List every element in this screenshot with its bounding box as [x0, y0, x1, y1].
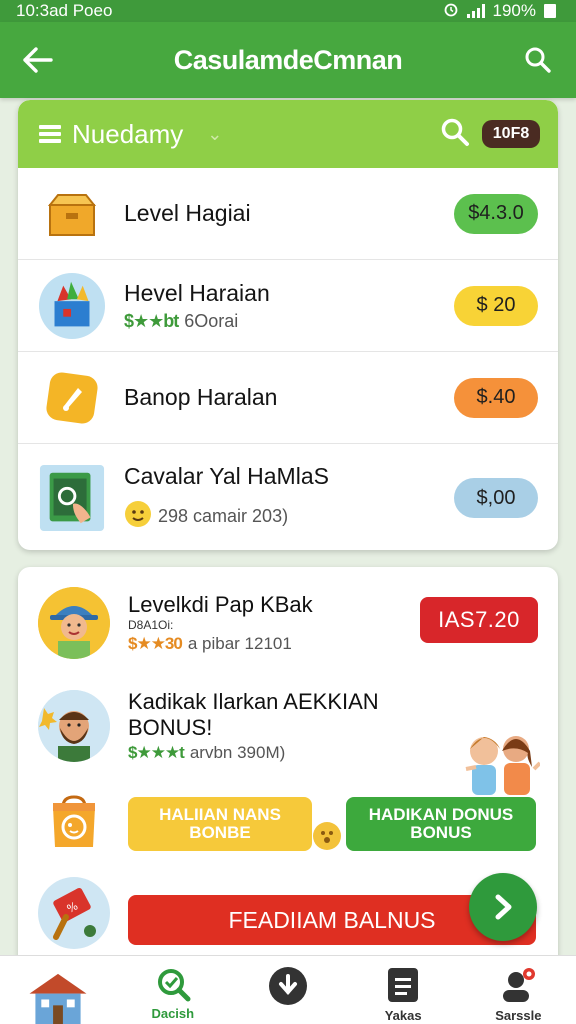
signal-icon — [466, 4, 485, 18]
item-name: Banop Haralan — [124, 384, 278, 410]
coupon-bag-icon — [38, 793, 110, 851]
bonus-subtitle: a pibar 12101 — [187, 634, 292, 653]
avatar: % — [38, 877, 110, 949]
chevron-down-icon: ⌄ — [207, 123, 223, 144]
profile-notification-icon — [503, 968, 536, 1002]
nav-list[interactable]: Yakas — [353, 956, 453, 1024]
item-name: Hevel Haraian — [124, 279, 270, 306]
bonus-subtitle: arvbn 390M) — [189, 743, 286, 762]
price-pill[interactable]: $.40 — [454, 377, 538, 418]
price-tag[interactable]: IAS7.20 — [420, 597, 538, 643]
bottom-nav: Dacish Yakas Sarssle — [0, 955, 576, 1024]
green-bonus-button[interactable]: HADIKAN DONUS BONUS — [346, 797, 536, 851]
price-pill[interactable]: $4.3.0 — [454, 193, 538, 234]
list-item[interactable]: Level Hagiai $4.3.0 — [18, 168, 558, 260]
battery-icon — [544, 4, 556, 18]
item-name: Cavalar Yal HaMlaS — [124, 463, 329, 489]
status-icons: 190% — [443, 1, 556, 22]
button-label: FEADIIAM BALNUS — [228, 907, 436, 933]
search-button[interactable] — [522, 44, 554, 76]
bonus-row[interactable]: Levelkdi Pap KBak D8A1Oi: $★★30 a pibar … — [38, 587, 538, 659]
back-button[interactable] — [22, 44, 54, 76]
smiley-icon — [124, 500, 152, 533]
filter-search-button[interactable] — [440, 117, 470, 152]
count-badge: 10F8 — [482, 120, 540, 148]
bonus-code: D8A1Oi: — [128, 618, 174, 632]
list-item[interactable]: Banop Haralan $.40 — [18, 352, 558, 444]
filter-label: Nuedamy — [72, 118, 184, 149]
app-title: CasulamdeCmnan — [173, 44, 403, 75]
avatar — [38, 690, 110, 762]
bonus-meta: $★★30 a pibar 12101 — [128, 634, 313, 654]
item-meta: $★★bt 6Oorai — [124, 311, 454, 332]
levels-card: Nuedamy ⌄ 10F8 Level Hagiai $4.3.0 Hevel… — [18, 100, 558, 550]
price-pill[interactable]: $ 20 — [454, 285, 538, 326]
nav-shield[interactable] — [238, 956, 338, 1024]
house-icon — [29, 973, 87, 1024]
tablet-touch-icon — [38, 464, 106, 532]
box-icon — [38, 180, 106, 248]
button-line: BONBE — [189, 823, 251, 842]
document-icon — [388, 968, 419, 1002]
gift-box-icon — [38, 272, 106, 340]
item-subtitle: 6Oorai — [184, 310, 239, 331]
bonus-meta: $★★★t arvbn 390M) — [128, 743, 428, 763]
nav-profile[interactable]: Sarssle — [468, 956, 568, 1024]
next-fab-button[interactable] — [469, 873, 537, 941]
nav-label: Sarssle — [495, 1008, 542, 1023]
battery-label: 190% — [492, 1, 536, 20]
nav-label: Yakas — [384, 1008, 422, 1023]
status-bar: 10:3ad Poeo 190% — [0, 0, 576, 22]
avatar — [38, 587, 110, 659]
bonus-title: Levelkdi Pap KBak — [128, 592, 313, 617]
bonus-card: Levelkdi Pap KBak D8A1Oi: $★★30 a pibar … — [18, 567, 558, 1007]
item-subtitle: 298 camair 203) — [158, 506, 289, 526]
button-line: BONUS — [410, 823, 472, 842]
rating-stars: $★★30 — [128, 634, 183, 653]
search-check-icon — [157, 969, 191, 1002]
item-name: Level Hagiai — [124, 200, 251, 226]
button-line: HADIKAN DONUS — [368, 805, 514, 824]
search-icon — [525, 47, 551, 73]
search-icon — [441, 118, 469, 146]
rating-stars: $★★bt — [124, 310, 179, 331]
rating-stars: $★★★t — [128, 743, 185, 762]
bonus-title: Kadikak Ilarkan AEKKIAN BONUS! — [128, 689, 379, 740]
rocket-icon — [38, 364, 106, 432]
item-meta: 298 camair 203) — [124, 500, 454, 533]
yellow-bonus-button[interactable]: HALIIAN NANS BONBE — [128, 797, 312, 851]
filter-dropdown[interactable]: Nuedamy ⌄ — [38, 119, 222, 150]
chevron-right-icon — [495, 894, 512, 920]
nav-home[interactable] — [8, 956, 108, 1024]
alarm-icon — [443, 1, 459, 22]
filter-bar: Nuedamy ⌄ 10F8 — [18, 100, 558, 168]
shield-icon — [268, 967, 307, 1005]
coin-icon — [312, 821, 342, 856]
nav-label: Dacish — [151, 1006, 195, 1021]
price-pill[interactable]: $,00 — [454, 478, 538, 518]
nav-search[interactable]: Dacish — [123, 956, 223, 1024]
button-line: HALIIAN NANS — [159, 805, 281, 824]
app-bar: CasulamdeCmnan — [0, 22, 576, 98]
back-arrow-icon — [23, 47, 53, 73]
status-time: 10:3ad Poeo — [16, 1, 113, 20]
list-item[interactable]: Cavalar Yal HaMlaS 298 camair 203) $,00 — [18, 444, 558, 550]
list-item[interactable]: Hevel Haraian $★★bt 6Oorai $ 20 — [18, 260, 558, 352]
menu-icon — [39, 125, 61, 143]
